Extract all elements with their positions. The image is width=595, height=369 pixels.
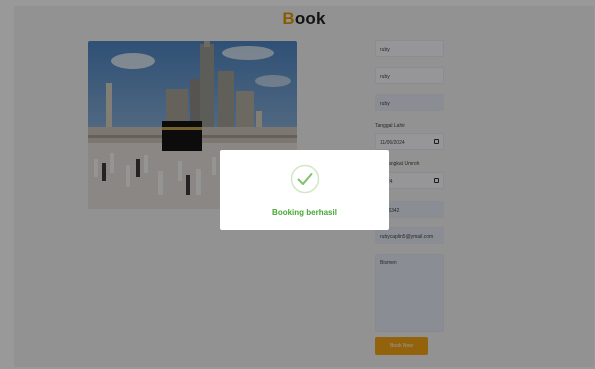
check-circle-icon <box>290 164 320 194</box>
success-dialog: Booking berhasil <box>220 150 389 230</box>
success-message: Booking berhasil <box>272 208 337 217</box>
